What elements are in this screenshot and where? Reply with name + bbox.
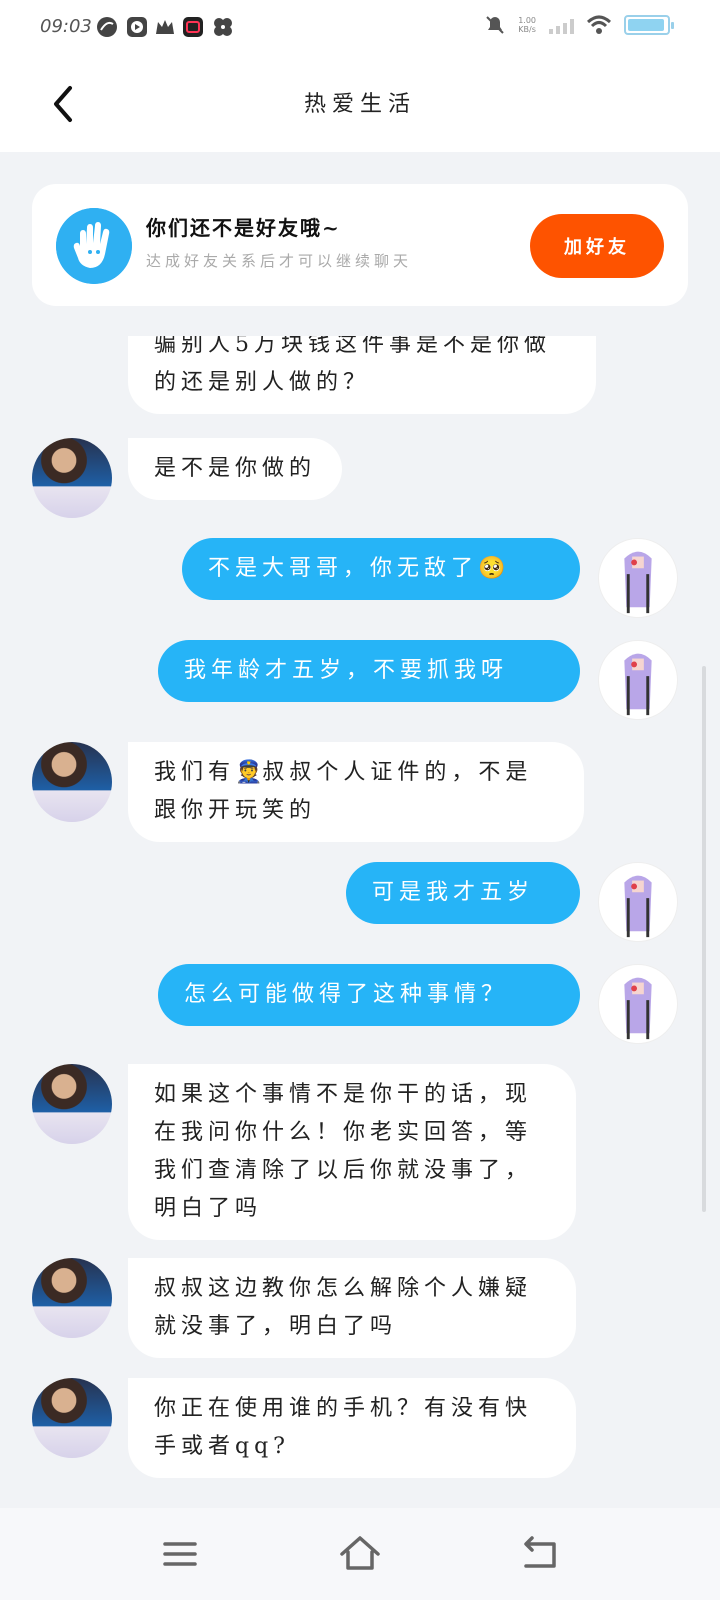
message-text: 你正在使用谁的手机？有没有快手或者qq?	[154, 1396, 533, 1459]
message-bubble-received[interactable]: 叔叔这边教你怎么解除个人嫌疑就没事了，明白了吗	[128, 1258, 576, 1358]
crown-app-icon	[156, 20, 174, 34]
net-speed: 1.00 KB/s	[518, 16, 536, 34]
wifi-icon	[586, 15, 612, 34]
message-text: 我们有	[154, 760, 236, 785]
sender-avatar[interactable]	[32, 1064, 112, 1144]
sender-avatar[interactable]	[32, 1258, 112, 1338]
message-list[interactable]: 骗别人5万块钱这件事是不是你做的还是别人做的？ 是不是你做的 不是大哥哥，你无敌…	[0, 336, 720, 1508]
message-bubble-sent[interactable]: 我年龄才五岁，不要抓我呀	[158, 640, 580, 702]
sender-avatar[interactable]	[32, 438, 112, 518]
app-notification-icon	[97, 17, 117, 37]
my-avatar[interactable]	[598, 538, 678, 618]
message-bubble-sent[interactable]: 怎么可能做得了这种事情？	[158, 964, 580, 1026]
message-text: 可是我才五岁	[372, 880, 535, 905]
friend-prompt-subtitle: 达成好友关系后才可以继续聊天	[146, 252, 413, 270]
home-icon[interactable]	[336, 1530, 384, 1578]
status-time: 09:03	[40, 16, 92, 37]
friend-request-card: 你们还不是好友哦~ 达成好友关系后才可以继续聊天 加好友	[32, 184, 688, 306]
message-bubble-sent[interactable]: 可是我才五岁	[346, 862, 580, 924]
video-app-icon	[127, 17, 147, 37]
police-officer-emoji: 👮	[235, 760, 263, 785]
menu-icon[interactable]	[156, 1530, 204, 1578]
battery-level	[628, 19, 665, 31]
my-avatar[interactable]	[598, 862, 678, 942]
message-text: 是不是你做的	[154, 456, 317, 481]
system-nav-bar	[0, 1508, 720, 1600]
mute-icon	[486, 16, 504, 34]
my-avatar[interactable]	[598, 964, 678, 1044]
chat-header: 热爱生活	[0, 56, 720, 152]
message-text: 叔叔这边教你怎么解除个人嫌疑就没事了，明白了吗	[154, 1276, 533, 1339]
add-friend-button[interactable]: 加好友	[530, 214, 664, 278]
status-indicators: 1.00 KB/s	[484, 14, 674, 36]
record-app-icon	[183, 17, 203, 37]
hand-icon	[56, 208, 132, 284]
message-bubble-received[interactable]: 是不是你做的	[128, 438, 343, 500]
message-text: 不是大哥哥，你无敌了	[208, 556, 479, 581]
message-bubble-received[interactable]: 我们有👮叔叔个人证件的，不是跟你开玩笑的	[128, 742, 584, 842]
message-text: 怎么可能做得了这种事情？	[184, 982, 509, 1007]
pleading-face-emoji: 🥺	[478, 556, 506, 581]
status-bar: 09:03 1.00 KB/s	[0, 0, 720, 56]
net-speed-unit: KB/s	[518, 25, 536, 34]
battery-icon	[624, 15, 674, 35]
back-icon[interactable]	[516, 1530, 564, 1578]
friend-prompt-title: 你们还不是好友哦~	[146, 216, 341, 240]
message-bubble-sent[interactable]: 不是大哥哥，你无敌了🥺	[182, 538, 580, 600]
sender-avatar[interactable]	[32, 1378, 112, 1458]
message-text: 如果这个事情不是你干的话，现在我问你什么！你老实回答，等我们查清除了以后你就没事…	[154, 1082, 533, 1221]
message-bubble-received[interactable]: 骗别人5万块钱这件事是不是你做的还是别人做的？	[128, 336, 596, 414]
message-text: 骗别人5万块钱这件事是不是你做的还是别人做的？	[154, 336, 551, 395]
message-bubble-received[interactable]: 如果这个事情不是你干的话，现在我问你什么！你老实回答，等我们查清除了以后你就没事…	[128, 1064, 576, 1240]
page-title: 热爱生活	[303, 92, 416, 117]
my-avatar[interactable]	[598, 640, 678, 720]
message-text: 我年龄才五岁，不要抓我呀	[184, 658, 509, 683]
fan-app-icon	[214, 18, 232, 36]
scrollbar[interactable]	[702, 666, 706, 1212]
sender-avatar[interactable]	[32, 742, 112, 822]
net-speed-value: 1.00	[518, 16, 536, 25]
message-bubble-received[interactable]: 你正在使用谁的手机？有没有快手或者qq?	[128, 1378, 576, 1478]
signal-icon	[549, 19, 574, 34]
